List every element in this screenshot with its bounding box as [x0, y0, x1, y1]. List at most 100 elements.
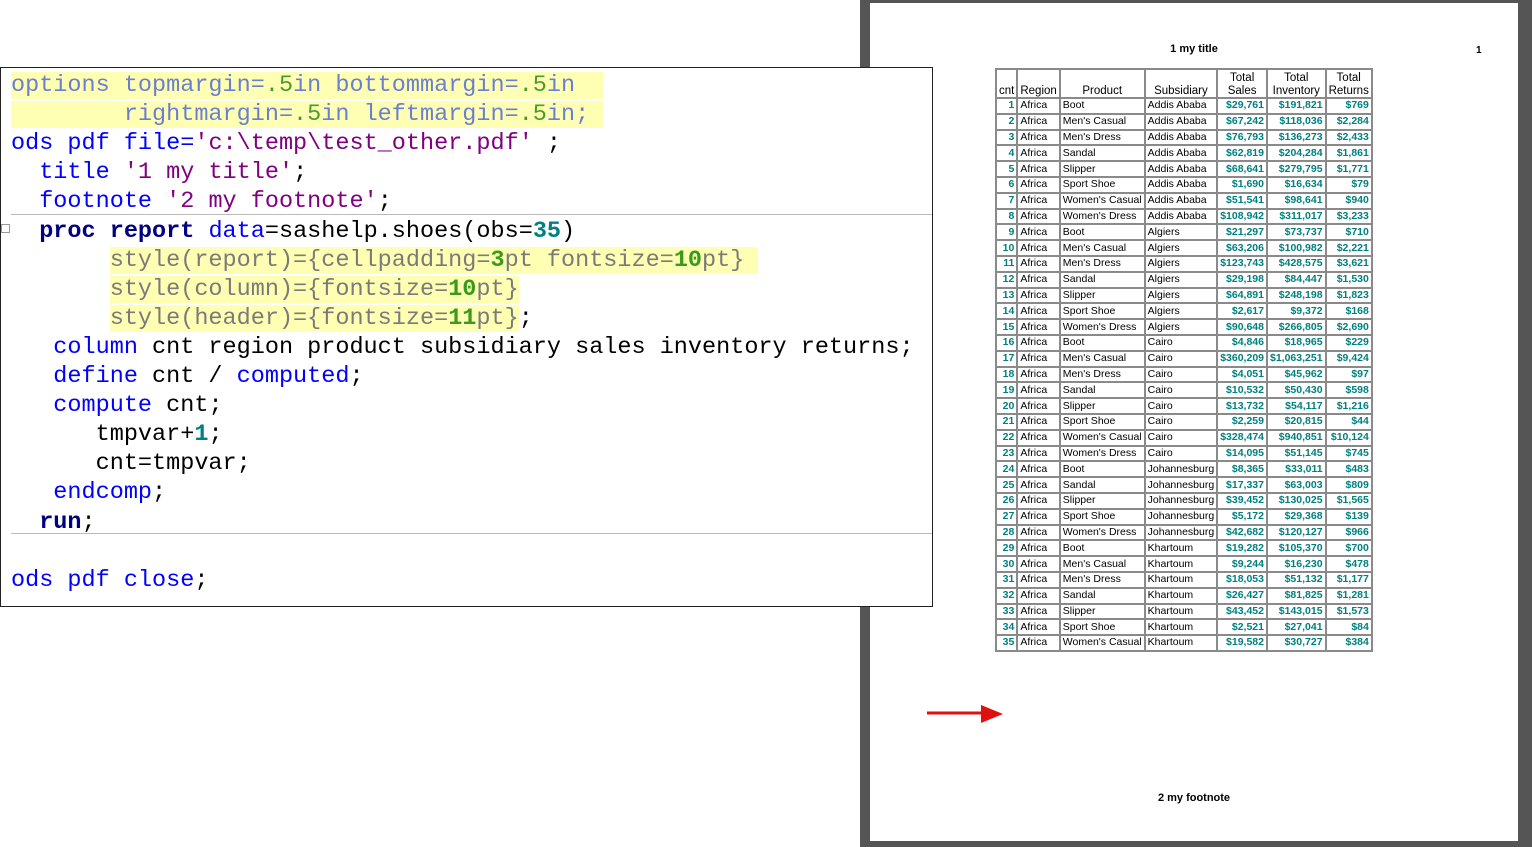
table-cell: 2 — [994, 112, 1019, 131]
code-token: compute — [11, 392, 153, 420]
table-row: 4 Africa Sandal Addis Ababa $62,819 $204,284 $… — [994, 144, 1373, 163]
table-row: 21 Africa Sport Shoe Cairo $2,259 $20,815 $44 — [994, 412, 1373, 431]
table-cell: 7 — [994, 191, 1019, 210]
table-cell: $130,025 — [1266, 491, 1327, 510]
table-cell: $1,281 — [1324, 586, 1373, 605]
table-cell: $168 — [1324, 302, 1373, 321]
code-line[interactable]: style(header)={fontsize=11pt}; — [11, 304, 533, 333]
code-line[interactable]: ods pdf close; — [11, 566, 208, 595]
table-cell: 14 — [994, 302, 1019, 321]
code-line[interactable]: cnt=tmpvar; — [11, 449, 251, 478]
table-row: 25 Africa Sandal Johannesburg $17,337 $63,003… — [994, 476, 1373, 494]
table-cell: Africa — [1016, 491, 1061, 510]
table-cell: Johannesburg — [1143, 476, 1219, 494]
code-token: pt} — [476, 275, 519, 303]
table-cell: $4,846 — [1216, 333, 1268, 352]
code-line[interactable]: run; — [11, 508, 96, 537]
code-line[interactable]: column cnt region product subsidiary sal… — [11, 333, 913, 362]
table-cell: $5,172 — [1216, 507, 1268, 526]
table-cell: $105,370 — [1266, 539, 1327, 558]
table-cell: Africa — [1016, 97, 1061, 115]
table-cell: $191,821 — [1266, 97, 1327, 115]
table-cell: Cairo — [1143, 349, 1219, 368]
table-cell: Africa — [1016, 555, 1061, 573]
table-row: 27 Africa Sport Shoe Johannesburg $5,172 $29,… — [994, 507, 1373, 526]
table-cell: Men's Casual — [1058, 349, 1146, 368]
table-cell: Khartoum — [1143, 555, 1219, 573]
table-cell: Africa — [1016, 333, 1061, 352]
table-cell: $98,641 — [1266, 191, 1327, 210]
table-cell: 27 — [994, 507, 1019, 526]
code-line[interactable]: ods pdf file='c:\temp\test_other.pdf' ; — [11, 129, 561, 158]
table-cell: 32 — [994, 586, 1019, 605]
sas-code-editor[interactable]: options topmargin=.5in bottommargin=.5in… — [0, 67, 933, 607]
table-cell: Algiers — [1143, 223, 1219, 242]
table-cell: $84 — [1324, 618, 1373, 637]
table-cell: Africa — [1016, 444, 1061, 463]
table-cell: Africa — [1016, 602, 1061, 621]
fold-toggle-icon[interactable] — [1, 224, 10, 233]
table-cell: $9,244 — [1216, 555, 1268, 573]
table-cell: Africa — [1016, 286, 1061, 305]
table-cell: $4,051 — [1216, 365, 1268, 384]
table-cell: $84,447 — [1266, 270, 1327, 289]
code-token: ; — [81, 508, 96, 536]
pdf-footnote: 2 my footnote — [1157, 792, 1231, 804]
table-cell: $64,891 — [1216, 286, 1268, 305]
table-cell: Africa — [1016, 460, 1061, 479]
table-cell: Algiers — [1143, 286, 1219, 305]
code-token: .5 — [293, 101, 322, 129]
code-line[interactable]: options topmargin=.5in bottommargin=.5in — [11, 71, 604, 100]
table-cell: Africa — [1016, 175, 1061, 194]
red-arrow-icon — [927, 705, 1003, 723]
table-cell: $2,284 — [1324, 112, 1373, 131]
code-line[interactable]: tmpvar+1; — [11, 420, 223, 449]
code-line[interactable]: style(report)={cellpadding=3pt fontsize=… — [11, 246, 759, 275]
table-row: 18 Africa Men's Dress Cairo $4,051 $45,962 $97 — [994, 365, 1373, 384]
table-cell: 13 — [994, 286, 1019, 305]
code-line[interactable]: title '1 my title'; — [11, 158, 307, 187]
code-line[interactable]: endcomp; — [11, 478, 166, 507]
code-token: define — [11, 363, 138, 390]
table-cell: $3,621 — [1324, 254, 1373, 273]
table-cell: Women's Casual — [1058, 191, 1146, 210]
table-cell: 29 — [994, 539, 1019, 558]
table-cell: Slipper — [1058, 160, 1146, 178]
table-row: 6 Africa Sport Shoe Addis Ababa $1,690 $16,63… — [994, 175, 1373, 194]
table-row: 33 Africa Slipper Khartoum $43,452 $143,015 $1… — [994, 602, 1373, 621]
code-line[interactable]: compute cnt; — [11, 391, 223, 420]
code-token: title — [11, 159, 124, 187]
table-cell: Algiers — [1143, 270, 1219, 289]
code-token: '1 my title' — [123, 159, 294, 187]
code-token: pt} — [476, 304, 519, 332]
code-line[interactable]: define cnt / computed; — [11, 362, 363, 391]
table-cell: $2,521 — [1216, 618, 1268, 637]
table-cell: Algiers — [1143, 302, 1219, 321]
table-cell: $809 — [1324, 476, 1373, 494]
code-line[interactable]: footnote '2 my footnote'; — [11, 187, 392, 216]
table-cell: $2,433 — [1324, 128, 1373, 147]
code-line[interactable]: rightmargin=.5in leftmargin=.5in; — [11, 100, 604, 129]
table-cell: 17 — [994, 349, 1019, 368]
table-cell: Women's Dress — [1058, 207, 1146, 226]
table-cell: $16,634 — [1266, 175, 1327, 194]
table-cell: $45,962 — [1266, 365, 1327, 384]
table-cell: Men's Casual — [1058, 555, 1146, 573]
code-line[interactable]: style(column)={fontsize=10pt} — [11, 275, 519, 304]
table-cell: $266,805 — [1266, 318, 1327, 336]
table-cell: $30,727 — [1266, 634, 1327, 652]
code-token: .5 — [518, 72, 547, 99]
code-token: cnt; — [152, 392, 223, 420]
code-token: ods pdf close — [11, 566, 195, 594]
code-line[interactable]: proc report data=sashelp.shoes(obs=35) — [11, 217, 575, 246]
table-row: 30 Africa Men's Casual Khartoum $9,244 $16,23… — [994, 555, 1373, 573]
table-cell: $29,198 — [1216, 270, 1268, 289]
table-row: 34 Africa Sport Shoe Khartoum $2,521 $27,041 $… — [994, 618, 1373, 637]
table-row: 32 Africa Sandal Khartoum $26,427 $81,825 $1,2… — [994, 586, 1373, 605]
table-row: 15 Africa Women's Dress Algiers $90,648 $266,… — [994, 318, 1373, 336]
table-cell: $108,942 — [1216, 207, 1268, 226]
table-cell: $3,233 — [1324, 207, 1373, 226]
table-cell: $940 — [1324, 191, 1373, 210]
code-token: ; — [518, 304, 533, 332]
